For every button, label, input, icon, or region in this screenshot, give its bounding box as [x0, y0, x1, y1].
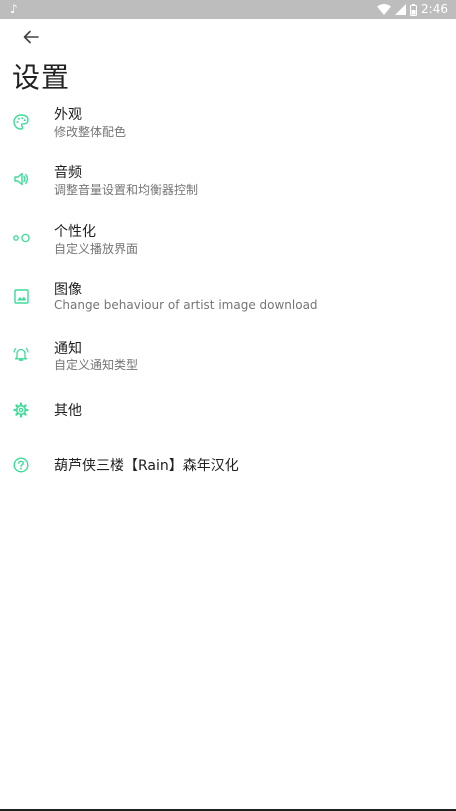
bell-icon: [12, 345, 30, 363]
settings-item-subtitle: 修改整体配色: [54, 125, 127, 139]
help-icon: [12, 456, 30, 474]
settings-item-subtitle: 自定义通知类型: [54, 358, 139, 372]
personalize-icon: [12, 229, 32, 247]
settings-item-subtitle: 自定义播放界面: [54, 242, 139, 256]
settings-item-subtitle: Change behaviour of artist image downloa…: [54, 298, 318, 312]
settings-item-title: 个性化: [54, 224, 96, 240]
settings-item-help[interactable]: 葫芦侠三楼【Rain】森年汉化: [0, 450, 456, 502]
back-button[interactable]: [18, 26, 44, 48]
status-time: 2:46: [421, 2, 448, 16]
status-icons: 2:46: [377, 0, 448, 19]
signal-icon: [395, 4, 407, 15]
settings-item-title: 其他: [54, 403, 82, 419]
music-note-icon: ♪: [10, 2, 18, 16]
settings-item-other[interactable]: 其他: [0, 396, 456, 448]
settings-item-notifications[interactable]: 通知 自定义通知类型: [0, 337, 456, 389]
settings-item-title: 通知: [54, 341, 82, 357]
settings-item-title: 外观: [54, 107, 82, 123]
palette-icon: [12, 113, 30, 131]
settings-item-title: 音频: [54, 165, 82, 181]
status-bar: ♪ 2:46: [0, 0, 456, 19]
settings-item-audio[interactable]: 音频 调整音量设置和均衡器控制: [0, 161, 456, 213]
wifi-icon: [377, 4, 392, 15]
volume-icon: [12, 170, 30, 188]
gear-icon: [12, 401, 30, 419]
image-icon: [12, 287, 30, 305]
settings-item-title: 葫芦侠三楼【Rain】森年汉化: [54, 458, 239, 474]
settings-item-personalize[interactable]: 个性化 自定义播放界面: [0, 219, 456, 271]
settings-item-title: 图像: [54, 282, 82, 298]
settings-item-subtitle: 调整音量设置和均衡器控制: [54, 183, 199, 197]
battery-icon: [410, 3, 418, 16]
settings-item-appearance[interactable]: 外观 修改整体配色: [0, 102, 456, 154]
arrow-left-icon: [23, 30, 39, 44]
settings-item-image[interactable]: 图像 Change behaviour of artist image down…: [0, 278, 456, 330]
page-title: 设置: [12, 61, 71, 94]
